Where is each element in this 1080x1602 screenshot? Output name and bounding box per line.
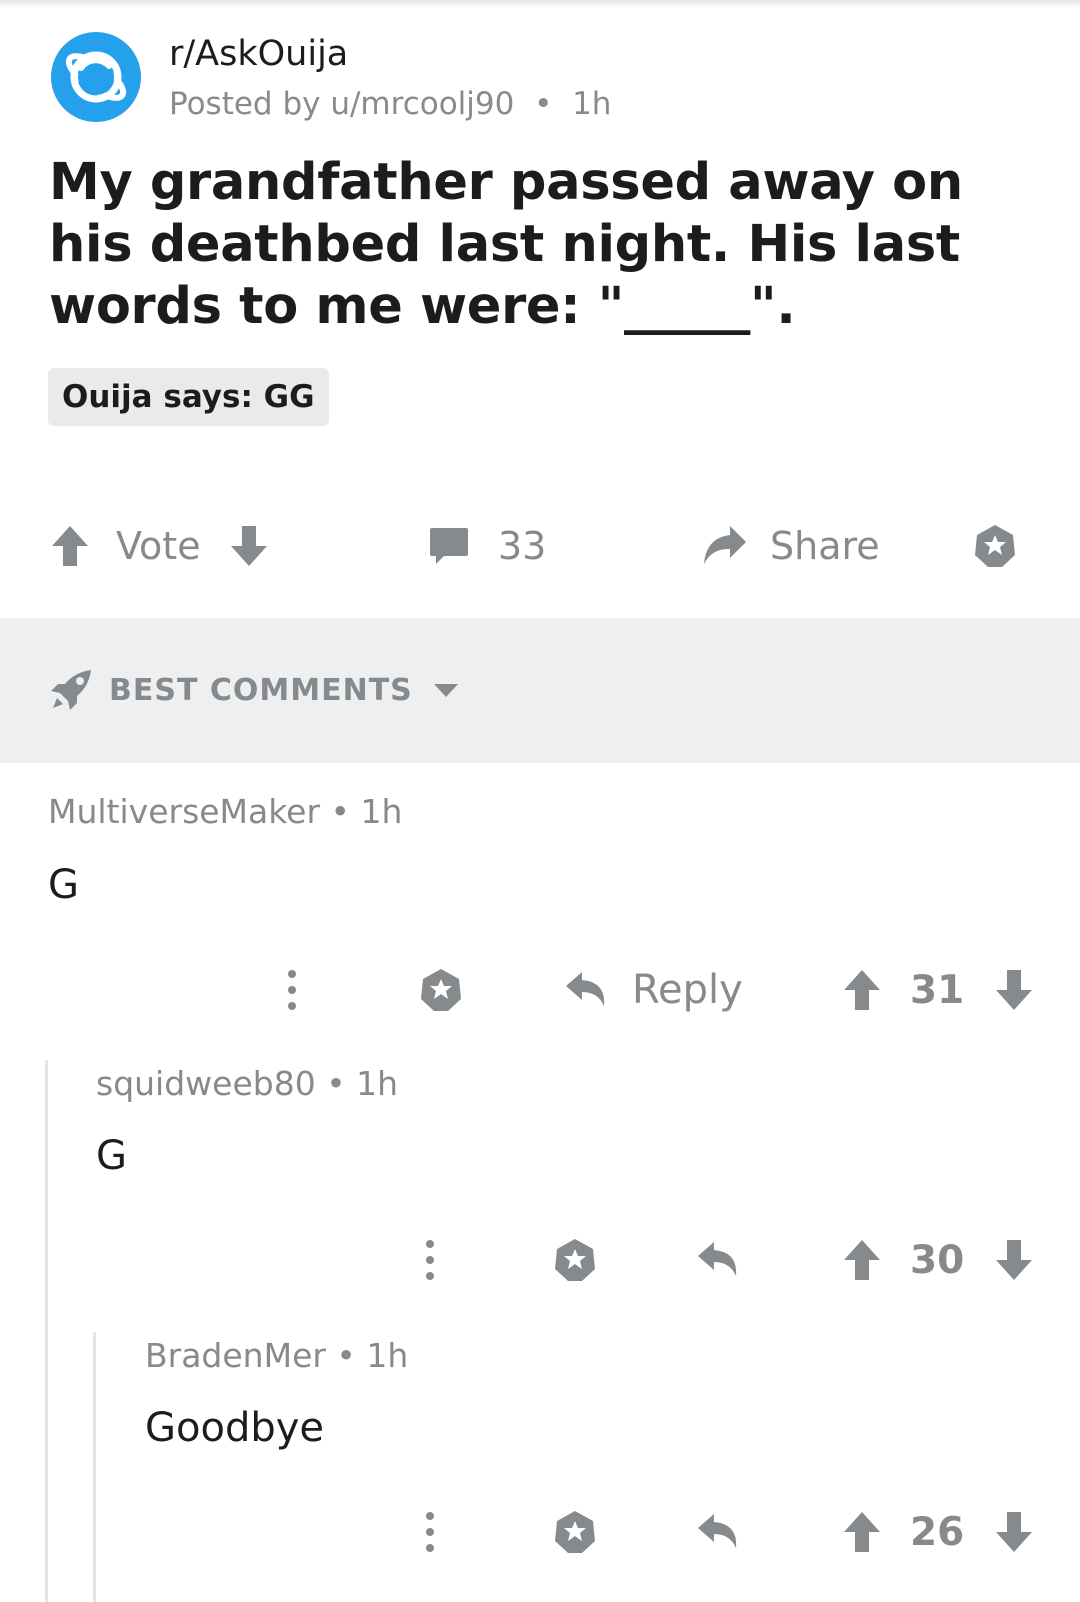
comment-body: Goodbye xyxy=(145,1405,325,1451)
comment-author[interactable]: MultiverseMaker xyxy=(48,792,320,831)
comment-age: 1h xyxy=(366,1336,409,1375)
rocket-icon xyxy=(51,670,91,710)
upvote-icon[interactable] xyxy=(842,1238,882,1282)
comment-vote-group: 31 xyxy=(842,955,1034,1025)
comment-actions: 30 xyxy=(0,1225,1080,1295)
upvote-icon[interactable] xyxy=(50,524,90,568)
comment-score: 26 xyxy=(910,1509,965,1555)
sort-label: BEST COMMENTS xyxy=(109,672,413,708)
downvote-icon[interactable] xyxy=(994,1510,1034,1554)
award-button[interactable] xyxy=(972,510,1018,582)
upvote-icon[interactable] xyxy=(842,1510,882,1554)
award-icon[interactable] xyxy=(552,1509,598,1555)
comment-age: 1h xyxy=(356,1064,399,1103)
vote-label: Vote xyxy=(116,524,201,568)
vote-group: Vote xyxy=(50,510,269,582)
share-label: Share xyxy=(770,524,880,568)
award-icon[interactable] xyxy=(418,967,464,1013)
meta-separator: • xyxy=(315,1064,357,1103)
comment-actions: Reply 31 xyxy=(0,955,1080,1025)
planet-icon xyxy=(65,51,127,103)
meta-separator: • xyxy=(325,1336,367,1375)
downvote-icon[interactable] xyxy=(994,968,1034,1012)
more-options-icon[interactable] xyxy=(424,1511,436,1553)
comment-author[interactable]: squidweeb80 xyxy=(96,1064,316,1103)
comment-body: G xyxy=(48,862,79,908)
downvote-icon[interactable] xyxy=(229,524,269,568)
award-icon[interactable] xyxy=(552,1237,598,1283)
sort-selector[interactable]: BEST COMMENTS xyxy=(49,666,459,714)
meta-separator: • xyxy=(524,86,563,122)
comment-vote-group: 30 xyxy=(842,1225,1034,1295)
post-action-bar: Vote 33 Share xyxy=(0,510,1080,582)
subreddit-name[interactable]: r/AskOuija xyxy=(169,34,348,74)
top-shadow xyxy=(0,0,1080,8)
share-arrow-icon xyxy=(704,526,746,564)
more-options-icon[interactable] xyxy=(286,969,298,1011)
more-options-icon[interactable] xyxy=(424,1239,436,1281)
comment-vote-group: 26 xyxy=(842,1497,1034,1567)
post-title[interactable]: My grandfather passed away on his deathb… xyxy=(49,152,1029,338)
comment-meta: MultiverseMaker • 1h xyxy=(48,792,402,831)
reply-icon[interactable] xyxy=(696,1512,740,1552)
post-meta: Posted by u/mrcoolj90 • 1h xyxy=(169,86,611,122)
share-button[interactable]: Share xyxy=(700,510,880,582)
comment-age: 1h xyxy=(360,792,403,831)
reply-icon xyxy=(566,972,605,1006)
comment-score: 31 xyxy=(910,967,965,1013)
comment-meta: BradenMer • 1h xyxy=(145,1336,408,1375)
comment-body: G xyxy=(96,1133,127,1179)
subreddit-icon[interactable] xyxy=(51,32,141,122)
comment-meta: squidweeb80 • 1h xyxy=(96,1064,398,1103)
comment-count: 33 xyxy=(498,524,547,568)
sort-bar: BEST COMMENTS xyxy=(0,618,1080,763)
award-icon xyxy=(975,525,1015,567)
post-age: 1h xyxy=(572,86,612,122)
comment-icon xyxy=(430,528,468,564)
posted-by[interactable]: Posted by u/mrcoolj90 xyxy=(169,86,514,122)
reply-label: Reply xyxy=(632,967,743,1013)
meta-separator: • xyxy=(320,792,361,831)
comments-button[interactable]: 33 xyxy=(428,510,546,582)
comment-score: 30 xyxy=(910,1237,965,1283)
reply-button[interactable]: Reply xyxy=(564,955,743,1025)
comment-author[interactable]: BradenMer xyxy=(145,1336,326,1375)
downvote-icon[interactable] xyxy=(994,1238,1034,1282)
upvote-icon[interactable] xyxy=(842,968,882,1012)
chevron-down-icon xyxy=(433,684,458,697)
post-header: r/AskOuija Posted by u/mrcoolj90 • 1h xyxy=(51,32,1031,122)
comment-actions: 26 xyxy=(0,1497,1080,1567)
reply-icon[interactable] xyxy=(696,1240,740,1280)
post-flair: Ouija says: GG xyxy=(48,368,329,426)
